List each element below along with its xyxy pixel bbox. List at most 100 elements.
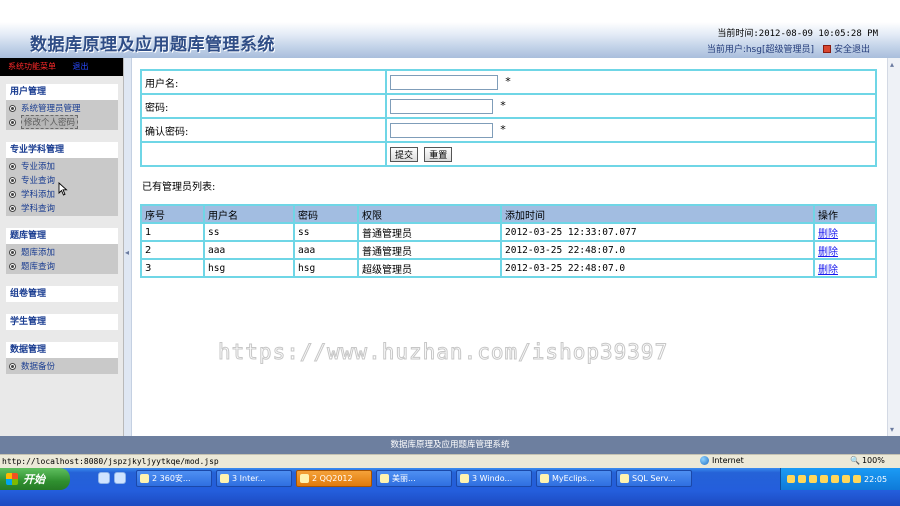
table-header-row: 序号 用户名 密码 权限 添加时间 操作 (140, 204, 877, 224)
logout-icon[interactable] (822, 44, 831, 53)
sidebar-item-major-add[interactable]: 专业添加 (6, 159, 118, 173)
bullet-icon (9, 104, 16, 112)
cell-password: ss (293, 222, 359, 242)
sidebar-group-paper: 组卷管理 (6, 286, 118, 302)
bullet-icon (9, 176, 16, 184)
task-button[interactable]: MyEclips... (536, 470, 612, 487)
bullet-icon (9, 118, 16, 126)
current-user: 当前用户:hsg[超级管理员] (706, 45, 814, 55)
zoom-control[interactable]: 🔍 100% (850, 456, 885, 465)
tray-icon[interactable] (787, 475, 795, 483)
collapse-arrow-icon[interactable]: ◂ (125, 248, 129, 257)
submit-button[interactable]: 提交 (390, 146, 419, 162)
cell-id: 1 (140, 222, 205, 242)
task-button[interactable]: 2 360安... (136, 470, 212, 487)
sidebar: 系统功能菜单 退出 用户管理 系统管理员管理 修改个人密码 专业学科管理 专业添… (0, 58, 124, 436)
username-cell: * (385, 69, 877, 95)
scroll-up-icon[interactable]: ▴ (890, 60, 894, 69)
password-input[interactable] (390, 98, 493, 114)
cell-username: aaa (203, 240, 295, 260)
sidebar-item-change-password[interactable]: 修改个人密码 (6, 115, 118, 129)
password-label: 密码: (140, 93, 387, 119)
cell-action: 删除 (813, 222, 877, 242)
form-row-password: 密码: * (140, 93, 877, 119)
cell-role: 普通管理员 (357, 222, 502, 242)
tray-icon[interactable] (831, 475, 839, 483)
globe-icon (700, 456, 709, 465)
form-row-actions: 提交 重置 (140, 141, 877, 167)
sidebar-splitter[interactable]: ◂ (124, 58, 132, 436)
bullet-icon (9, 262, 16, 270)
app-icon (300, 474, 309, 483)
cell-action: 删除 (813, 240, 877, 260)
task-button-active[interactable]: 2 QQ2012 (296, 470, 372, 487)
cell-password: aaa (293, 240, 359, 260)
sidebar-group-major: 专业学科管理 专业添加 专业查询 学科添加 学科查询 (6, 142, 118, 216)
table-row: 3 hsg hsg 超级管理员 2012-03-25 22:48:07.0 删除 (140, 258, 877, 278)
sidebar-group-head[interactable]: 用户管理 (6, 84, 118, 100)
col-username-header: 用户名 (203, 204, 295, 224)
start-button[interactable]: 开始 (0, 468, 70, 490)
scroll-down-icon[interactable]: ▾ (890, 425, 894, 434)
actions-cell: 提交 重置 (385, 141, 877, 167)
windows-taskbar: 开始 2 360安... 3 Inter... 2 QQ2012 美丽... 3… (0, 468, 900, 506)
task-button[interactable]: SQL Serv... (616, 470, 692, 487)
col-password-header: 密码 (293, 204, 359, 224)
sidebar-group-head[interactable]: 学生管理 (6, 314, 118, 330)
tray-icon[interactable] (853, 475, 861, 483)
bullet-icon (9, 362, 16, 370)
sidebar-exit-link[interactable]: 退出 (73, 62, 89, 71)
confirm-cell: * (385, 117, 877, 143)
zoom-level: 100% (861, 456, 885, 465)
tray-clock: 22:05 (864, 474, 888, 484)
bullet-icon (9, 190, 16, 198)
task-button[interactable]: 3 Inter... (216, 470, 292, 487)
logout-link[interactable]: 安全退出 (834, 42, 870, 55)
sidebar-item-bank-query[interactable]: 题库查询 (6, 259, 118, 273)
sidebar-item-bank-add[interactable]: 题库添加 (6, 245, 118, 259)
delete-link[interactable]: 删除 (818, 229, 838, 240)
sidebar-items: 题库添加 题库查询 (6, 244, 118, 274)
cell-role: 超级管理员 (357, 258, 502, 278)
task-button[interactable]: 3 Windo... (456, 470, 532, 487)
table-row: 1 ss ss 普通管理员 2012-03-25 12:33:07.077 删除 (140, 222, 877, 242)
ie-icon[interactable] (98, 472, 110, 484)
tray-icon[interactable] (820, 475, 828, 483)
confirm-password-input[interactable] (390, 122, 493, 138)
magnifier-icon: 🔍 (850, 456, 860, 465)
app-header: 数据库原理及应用题库管理系统 当前时间:2012-08-09 10:05:28 … (0, 22, 900, 58)
empty-cell (140, 141, 387, 167)
reset-button[interactable]: 重置 (424, 146, 453, 162)
sidebar-item-data-backup[interactable]: 数据备份 (6, 359, 118, 373)
sidebar-items: 系统管理员管理 修改个人密码 (6, 100, 118, 130)
bullet-icon (9, 204, 16, 212)
task-button[interactable]: 美丽... (376, 470, 452, 487)
delete-link[interactable]: 删除 (818, 247, 838, 258)
cell-action: 删除 (813, 258, 877, 278)
tray-icon[interactable] (809, 475, 817, 483)
required-mark: * (500, 123, 506, 136)
app-icon (380, 474, 389, 483)
sidebar-group-head[interactable]: 题库管理 (6, 228, 118, 244)
table-row: 2 aaa aaa 普通管理员 2012-03-25 22:48:07.0 删除 (140, 240, 877, 260)
tray-icon[interactable] (842, 475, 850, 483)
desktop-icon[interactable] (114, 472, 126, 484)
username-input[interactable] (390, 74, 498, 90)
cell-id: 3 (140, 258, 205, 278)
main-scrollbar[interactable]: ▴ ▾ (887, 58, 900, 436)
sidebar-item-admin-manage[interactable]: 系统管理员管理 (6, 101, 118, 115)
system-tray: 22:05 (780, 468, 900, 490)
sidebar-group-head[interactable]: 数据管理 (6, 342, 118, 358)
sidebar-item-subject-query[interactable]: 学科查询 (6, 201, 118, 215)
delete-link[interactable]: 删除 (818, 265, 838, 276)
cell-username: ss (203, 222, 295, 242)
app-icon (620, 474, 629, 483)
add-admin-form: 用户名: * 密码: * 确认密码: * 提交 重置 (140, 69, 877, 167)
browser-statusbar: http://localhost:8080/jspzjkyljyytkqe/mo… (0, 454, 900, 468)
folder-icon (460, 474, 469, 483)
col-id-header: 序号 (140, 204, 205, 224)
tray-icon[interactable] (798, 475, 806, 483)
cell-password: hsg (293, 258, 359, 278)
sidebar-group-head[interactable]: 组卷管理 (6, 286, 118, 302)
sidebar-group-head[interactable]: 专业学科管理 (6, 142, 118, 158)
